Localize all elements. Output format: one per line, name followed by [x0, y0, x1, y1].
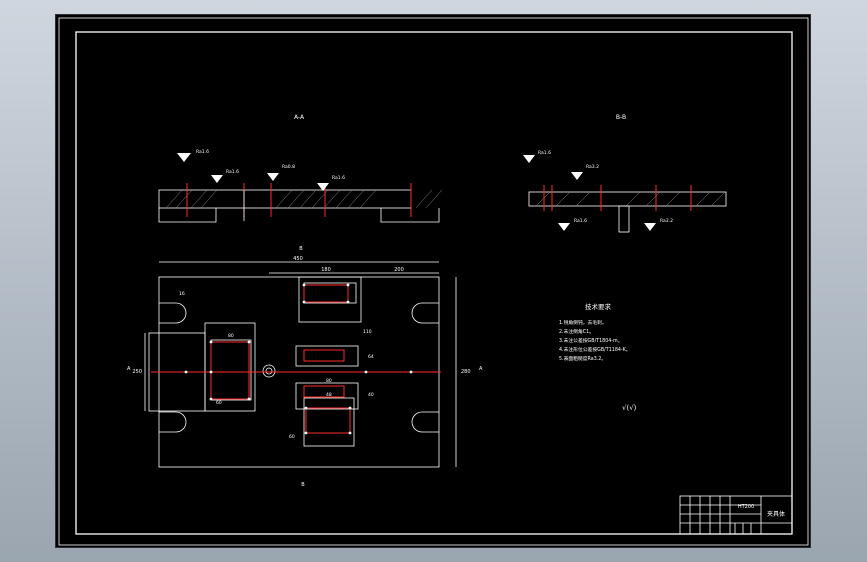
svg-text:5.表面粗糙度Ra3.2。: 5.表面粗糙度Ra3.2。: [559, 355, 606, 362]
section-b-label: B-B: [616, 114, 626, 121]
svg-text:110: 110: [363, 329, 372, 335]
svg-text:Ra3.2: Ra3.2: [586, 164, 599, 170]
svg-text:60: 60: [216, 400, 222, 406]
svg-text:40: 40: [368, 392, 374, 398]
svg-text:16: 16: [179, 291, 185, 297]
svg-text:80: 80: [326, 378, 332, 384]
svg-text:B: B: [301, 482, 305, 488]
inner-border: [75, 31, 793, 535]
engineering-drawing: A-A Ra1.6 Ra1.6 Ra0.8 Ra1.6 B-B Ra1.6 Ra…: [58, 17, 809, 546]
section-a-view: Ra1.6 Ra1.6 Ra0.8 Ra1.6: [158, 149, 443, 223]
svg-text:Ra1.6: Ra1.6: [196, 149, 209, 155]
svg-text:技术要求: 技术要求: [585, 302, 612, 311]
svg-text:200: 200: [394, 267, 404, 273]
svg-text:80: 80: [228, 333, 234, 339]
technical-requirements: 技术要求 1.锐角倒钝，去毛刺。 2.未注倒角C1。 3.未注公差按GB/T18…: [559, 302, 637, 412]
svg-text:180: 180: [321, 267, 331, 273]
section-b-view: Ra1.6 Ra3.2 Ra1.6 Ra3.2: [523, 150, 727, 233]
title-block-name: 夹具体: [767, 510, 785, 518]
svg-text:64: 64: [368, 354, 374, 360]
svg-text:4.未注形位公差按GB/T1184-K。: 4.未注形位公差按GB/T1184-K。: [559, 346, 631, 353]
svg-text:Ra3.2: Ra3.2: [660, 218, 673, 224]
plan-view: 450 180 200 B B A A 250 280 16 80 60 110…: [127, 246, 483, 488]
svg-text:Ra1.6: Ra1.6: [226, 169, 239, 175]
section-a-label: A-A: [294, 114, 305, 121]
svg-text:280: 280: [461, 369, 471, 375]
svg-text:1.锐角倒钝，去毛刺。: 1.锐角倒钝，去毛刺。: [559, 319, 607, 326]
svg-text:A: A: [479, 366, 483, 372]
svg-text:3.未注公差按GB/T1804-m。: 3.未注公差按GB/T1804-m。: [559, 337, 623, 344]
svg-text:Ra1.6: Ra1.6: [332, 175, 345, 181]
svg-text:Ra0.8: Ra0.8: [282, 164, 295, 170]
svg-text:250: 250: [132, 369, 142, 375]
cad-viewport[interactable]: A-A Ra1.6 Ra1.6 Ra0.8 Ra1.6 B-B Ra1.6 Ra…: [55, 14, 811, 548]
svg-text:60: 60: [289, 434, 295, 440]
svg-text:B: B: [299, 246, 303, 252]
outer-border: [58, 17, 809, 546]
svg-text:48: 48: [326, 392, 332, 398]
svg-text:450: 450: [293, 256, 303, 262]
svg-text:Ra1.6: Ra1.6: [538, 150, 551, 156]
svg-text:2.未注倒角C1。: 2.未注倒角C1。: [559, 328, 594, 335]
roughness-note: √(√): [622, 404, 637, 412]
title-block: HT200 夹具体: [679, 495, 793, 535]
title-block-material: HT200: [738, 504, 754, 510]
svg-text:Ra1.6: Ra1.6: [574, 218, 587, 224]
svg-text:A: A: [127, 366, 131, 372]
